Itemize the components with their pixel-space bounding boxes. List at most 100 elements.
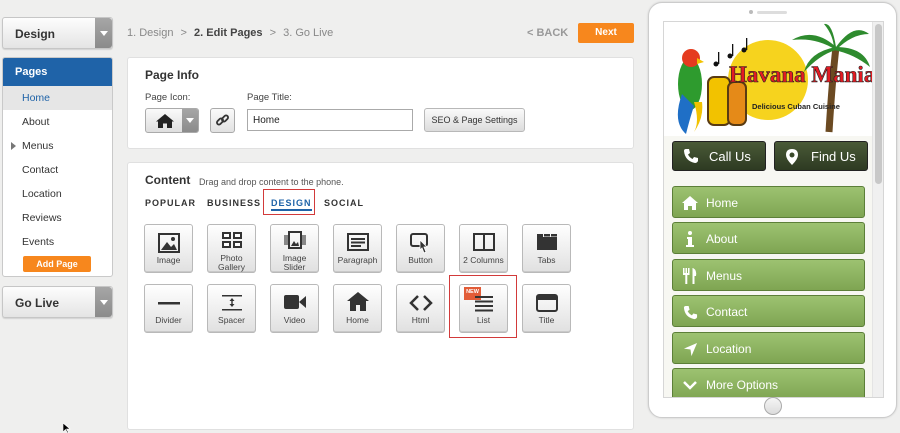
gallery-icon	[221, 232, 242, 248]
next-button[interactable]: Next	[578, 23, 634, 43]
content-panel: Content Drag and drop content to the pho…	[127, 162, 634, 430]
pages-header: Pages	[3, 58, 112, 86]
tile-image[interactable]: Image	[144, 224, 193, 273]
chevron-down-icon[interactable]	[95, 287, 112, 317]
seo-page-settings-button[interactable]: SEO & Page Settings	[424, 108, 525, 132]
pages-panel: Pages Home About Menus Contact Location Revie…	[2, 57, 113, 277]
phone-nav-label: Menus	[706, 269, 743, 283]
sidebar-item-location[interactable]: Location	[3, 182, 112, 206]
link-icon	[216, 114, 229, 126]
tile-label: List	[476, 315, 491, 325]
tile-home[interactable]: Home	[333, 284, 382, 333]
back-link[interactable]: < BACK	[527, 27, 568, 39]
tile-label: Title	[538, 315, 555, 325]
tile-label: Button	[408, 255, 433, 265]
phone-home-button[interactable]	[764, 397, 782, 415]
phone-scrollbar[interactable]	[872, 22, 883, 397]
sidebar-item-about[interactable]: About	[3, 110, 112, 134]
code-icon	[408, 295, 433, 311]
tile-photo-gallery[interactable]: Photo Gallery	[207, 224, 256, 273]
page-title-input[interactable]	[247, 109, 413, 131]
tile-button[interactable]: Button	[396, 224, 445, 273]
tile-tabs[interactable]: Tabs	[522, 224, 571, 273]
home-icon	[156, 114, 174, 128]
phone-nav-more-options[interactable]: More Options	[672, 368, 865, 397]
chevron-down-icon[interactable]	[182, 109, 198, 132]
tile-html[interactable]: Html	[396, 284, 445, 333]
phone-icon	[684, 149, 698, 163]
find-us-button[interactable]: Find Us	[774, 141, 868, 171]
phone-nav-location[interactable]: Location	[672, 332, 865, 364]
tab-business[interactable]: BUSINESS	[207, 198, 261, 208]
sidebar-item-home[interactable]: Home	[3, 86, 112, 110]
tab-social[interactable]: SOCIAL	[324, 198, 364, 208]
phone-speaker	[757, 11, 787, 14]
page-info-panel: Page Info Page Icon: Page Title: SEO & P…	[127, 57, 634, 149]
phone-nav-label: More Options	[706, 378, 779, 392]
title-icon	[535, 294, 558, 312]
tile-paragraph[interactable]: Paragraph	[333, 224, 382, 273]
tile-spacer[interactable]: Spacer	[207, 284, 256, 333]
tile-label: Tabs	[537, 255, 556, 265]
video-icon	[283, 295, 306, 309]
page-list: Home About Menus Contact Location Reviews Even…	[3, 86, 112, 254]
step-go-live[interactable]: 3. Go Live	[283, 27, 333, 39]
scroll-thumb[interactable]	[875, 24, 882, 184]
chevron-down-icon[interactable]	[95, 18, 112, 48]
go-live-dropdown-label: Go Live	[15, 296, 60, 310]
link-button[interactable]	[210, 108, 235, 133]
add-page-button[interactable]: Add Page	[23, 256, 91, 272]
location-arrow-icon	[683, 342, 697, 356]
tile-2-columns[interactable]: 2 Columns	[459, 224, 508, 273]
chevron-down-icon	[683, 381, 697, 390]
button-icon	[409, 233, 428, 254]
sidebar-item-contact[interactable]: Contact	[3, 158, 112, 182]
tile-video[interactable]: Video	[270, 284, 319, 333]
sidebar-item-label: Home	[22, 92, 51, 104]
sidebar-item-label: Location	[22, 188, 62, 200]
design-dropdown[interactable]: Design	[2, 17, 113, 49]
breadcrumb-separator: >	[180, 27, 187, 39]
sidebar-item-label: Contact	[22, 164, 59, 176]
tile-image-slider[interactable]: Image Slider	[270, 224, 319, 273]
tile-label: Spacer	[218, 315, 245, 325]
slider-icon	[283, 231, 306, 249]
columns-icon	[472, 233, 495, 251]
tile-divider[interactable]: Divider	[144, 284, 193, 333]
sidebar-item-label: Reviews	[22, 212, 62, 224]
tile-list[interactable]: NEW List	[459, 284, 508, 333]
utensils-icon	[683, 268, 697, 284]
tab-highlight-box	[263, 189, 315, 215]
phone-nav-home[interactable]: Home	[672, 186, 865, 218]
tile-label: 2 Columns	[463, 255, 504, 265]
phone-nav-label: About	[706, 232, 738, 246]
tabs-icon	[536, 234, 557, 250]
list-icon	[474, 296, 493, 312]
phone-nav-about[interactable]: About	[672, 222, 865, 254]
page-icon-label: Page Icon:	[145, 92, 191, 103]
go-live-dropdown[interactable]: Go Live	[2, 286, 113, 318]
sidebar-item-events[interactable]: Events	[3, 230, 112, 254]
phone-preview: Havana Mania Delicious Cuban Cuisine Cal…	[648, 2, 897, 418]
restaurant-logo: Havana Mania Delicious Cuban Cuisine	[664, 22, 876, 136]
page-info-title: Page Info	[145, 68, 200, 82]
sidebar-item-label: Events	[22, 236, 55, 248]
phone-nav-menus[interactable]: Menus	[672, 259, 865, 291]
phone-icon	[683, 305, 697, 319]
phone-nav-label: Location	[706, 342, 752, 356]
phone-screen[interactable]: Havana Mania Delicious Cuban Cuisine Cal…	[663, 21, 884, 398]
tab-popular[interactable]: POPULAR	[145, 198, 196, 208]
content-title: Content	[145, 173, 191, 187]
tile-label: Paragraph	[337, 255, 378, 265]
breadcrumb: 1. Design > 2. Edit Pages > 3. Go Live	[127, 27, 333, 39]
tile-label: Photo Gallery	[218, 253, 245, 272]
expand-caret-icon[interactable]	[11, 142, 16, 150]
phone-camera	[749, 10, 753, 14]
sidebar-item-reviews[interactable]: Reviews	[3, 206, 112, 230]
step-design[interactable]: 1. Design	[127, 27, 173, 39]
phone-nav-contact[interactable]: Contact	[672, 295, 865, 327]
page-icon-select[interactable]	[145, 108, 199, 133]
sidebar-item-menus[interactable]: Menus	[3, 134, 112, 158]
call-us-button[interactable]: Call Us	[672, 141, 766, 171]
tile-title[interactable]: Title	[522, 284, 571, 333]
